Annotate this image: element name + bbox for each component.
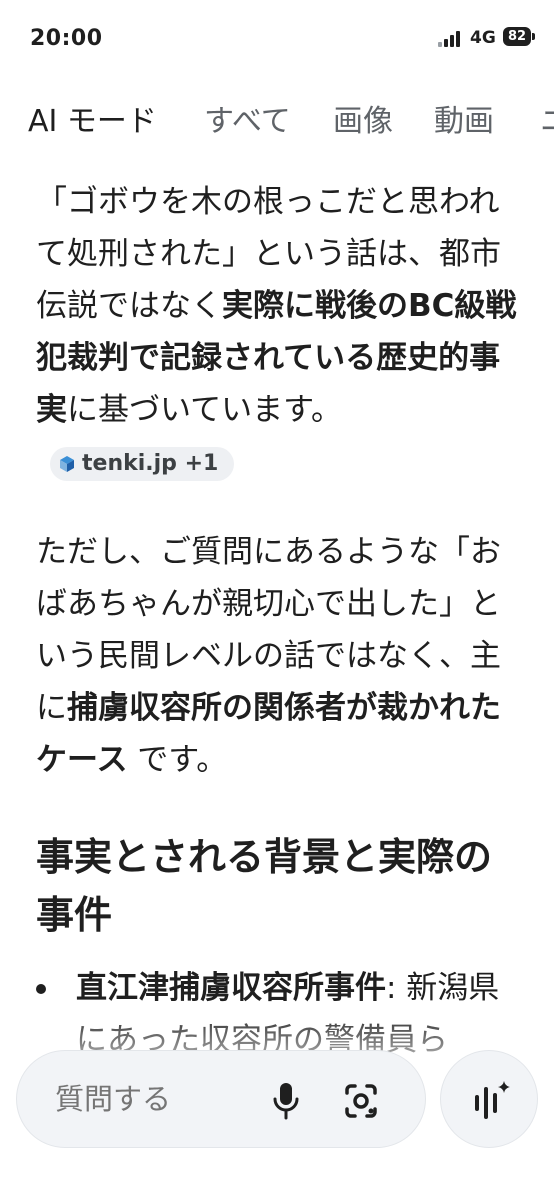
answer-paragraph: ただし、ご質問にあるような「おばあちゃんが親切心で出した」という民間レベルの話で…: [36, 526, 526, 786]
section-heading: 事実とされる背景と実際の事件: [36, 835, 493, 937]
clock: 20:00: [30, 26, 103, 51]
tab-videos[interactable]: 動画: [434, 96, 494, 140]
tab-all[interactable]: すべて: [204, 96, 291, 140]
network-type: 4G: [470, 28, 496, 48]
paragraph-bold-text: 捕虜収容所の関係者が裁かれたケース: [36, 690, 501, 778]
voice-mode-button[interactable]: [440, 1050, 538, 1148]
tab-ai-mode[interactable]: AI モード: [28, 96, 157, 140]
lens-camera-icon[interactable]: [341, 1081, 381, 1121]
search-tabs: AI モード すべて 画像 動画 ニ: [0, 90, 554, 150]
source-chip[interactable]: tenki.jp +1: [50, 446, 235, 481]
list-item-title: 直江津捕虜収容所事件: [76, 970, 386, 1006]
battery-icon: 82: [503, 27, 535, 46]
signal-icon: [438, 31, 464, 47]
status-bar: 20:00 4G 82: [0, 0, 554, 80]
microphone-icon[interactable]: [271, 1081, 301, 1121]
tab-images[interactable]: 画像: [333, 96, 393, 140]
ask-input[interactable]: [53, 1081, 257, 1117]
paragraph-text: に基づいています。: [67, 392, 342, 428]
sparkle-waveform-icon: [475, 1081, 510, 1119]
answer-paragraph: 「ゴボウを木の根っこだと思われて処刑された」という話は、都市伝説ではなく実際に戦…: [36, 176, 526, 488]
paragraph-text: です。: [127, 742, 228, 778]
ask-bar[interactable]: [16, 1050, 426, 1148]
source-chip-label: tenki.jp +1: [82, 450, 219, 476]
tenki-logo-icon: [60, 455, 74, 472]
tab-news[interactable]: ニ: [540, 96, 554, 140]
ai-answer: 「ゴボウを木の根っこだと思われて処刑された」という話は、都市伝説ではなく実際に戦…: [36, 176, 526, 1066]
